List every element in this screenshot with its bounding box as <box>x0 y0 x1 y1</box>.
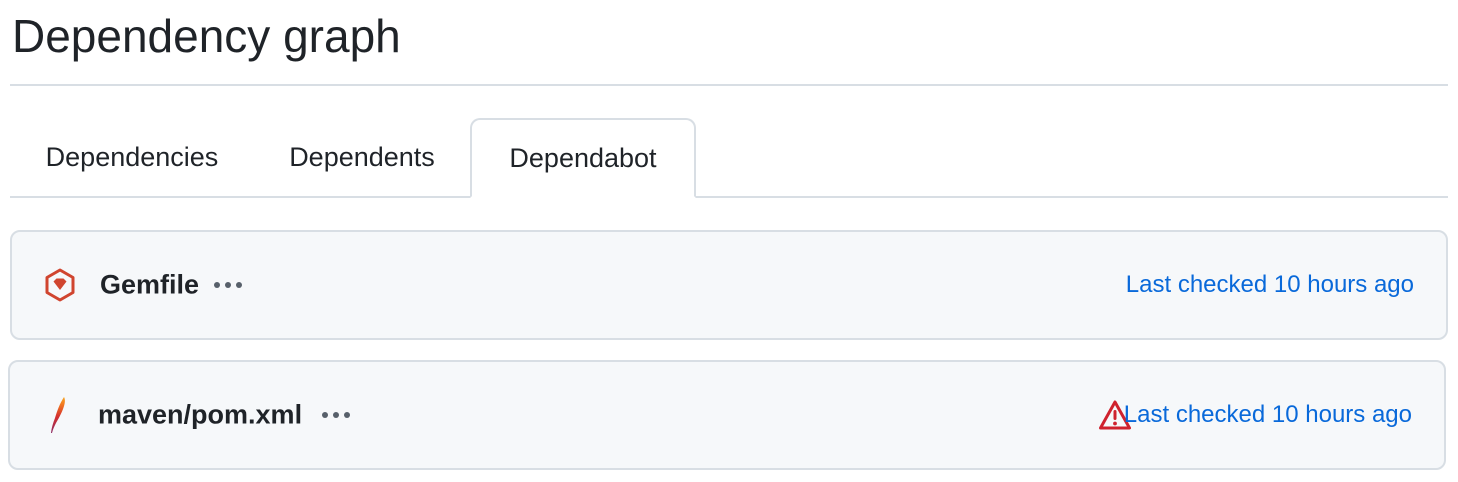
manifest-name[interactable]: Gemfile <box>100 270 199 301</box>
page-title: Dependency graph <box>12 10 401 62</box>
tab-dependents[interactable]: Dependents <box>254 118 470 196</box>
tab-dependencies[interactable]: Dependencies <box>10 118 254 196</box>
manifest-row-pom: maven/pom.xml Last checked 10 hours ago <box>8 360 1446 470</box>
tab-nav: Dependencies Dependents Dependabot <box>10 118 1448 198</box>
apache-feather-icon <box>48 395 68 435</box>
ruby-gem-icon <box>44 268 76 302</box>
last-checked-link[interactable]: Last checked 10 hours ago <box>1126 271 1414 299</box>
more-options-button[interactable] <box>212 276 244 294</box>
tab-dependabot[interactable]: Dependabot <box>470 118 696 198</box>
title-divider <box>10 84 1448 86</box>
more-options-button[interactable] <box>320 406 352 424</box>
last-checked-link[interactable]: Last checked 10 hours ago <box>1124 401 1412 429</box>
manifest-name[interactable]: maven/pom.xml <box>98 400 302 431</box>
tabs-underline <box>10 196 1448 198</box>
manifest-row-gemfile: Gemfile Last checked 10 hours ago <box>10 230 1448 340</box>
